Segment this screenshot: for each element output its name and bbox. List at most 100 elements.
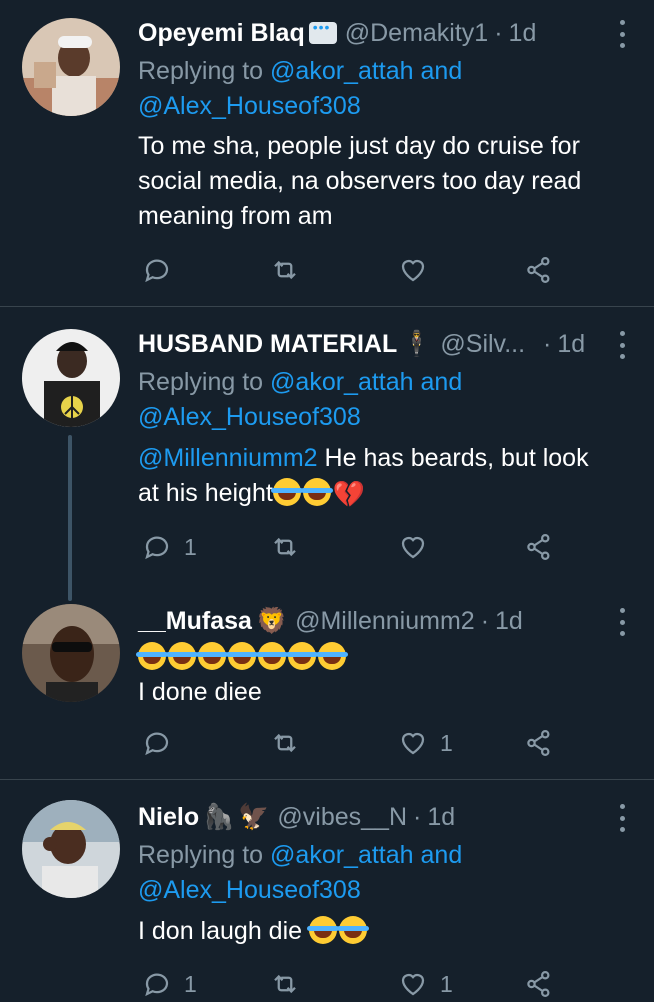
tweet-actions [138,253,558,287]
and-link[interactable]: and [421,57,463,85]
reply-icon [145,536,169,560]
man-in-suit-icon: 🕴 [401,329,433,358]
timestamp[interactable]: 1d [495,607,523,636]
replying-to: Replying to @akor_attah and @Alex_Houseo… [138,838,462,908]
laughing-emoji-row [136,640,626,675]
like-button[interactable] [398,253,428,287]
tweet-husband-material[interactable]: HUSBAND MATERIAL 🕴 @Silv... · 1d Replyin… [0,307,654,601]
retweet-button[interactable] [270,253,300,287]
tweet-text: @Millenniumm2 He has beards, but look at… [138,441,626,512]
heart-icon [401,536,425,559]
laughing-tears-emoji [136,642,168,670]
tweet-mufasa[interactable]: __Mufasa 🦁 @Millenniumm2 · 1d I done die… [0,590,654,778]
and-link[interactable]: and [421,368,463,396]
more-options-icon[interactable] [618,804,626,832]
laughing-tears-emoji [316,642,348,670]
replying-to-label: Replying to [138,841,264,869]
tweet-text-fragment: He has beards, but look [317,444,589,472]
share-button[interactable] [524,253,554,287]
reply-button[interactable] [142,726,172,760]
share-button[interactable] [524,967,554,1001]
laughing-tears-emoji [300,478,333,506]
timestamp[interactable]: 1d [509,19,537,48]
replying-to: Replying to @akor_attah and @Alex_Houseo… [138,54,462,124]
gorilla-icon: 🦍 [203,802,235,831]
heart-icon [401,973,425,996]
heart-icon [401,732,425,755]
laughing-tears-emoji [306,916,339,944]
author-name[interactable]: HUSBAND MATERIAL [138,330,397,359]
avatar-opeyemi[interactable] [22,18,120,116]
mention-link[interactable]: @Alex_Houseof308 [138,403,361,431]
broken-heart-emoji: 💔 [332,479,366,509]
reply-button[interactable]: 1 [142,530,197,564]
reply-button[interactable] [142,253,172,287]
laughing-tears-emoji [270,478,303,506]
tweet-text: I done diee [136,640,626,710]
author-name[interactable]: __Mufasa [138,607,252,636]
like-count: 1 [440,729,453,756]
share-icon [527,730,550,756]
replying-to-label: Replying to [138,368,264,396]
avatar-husband-material[interactable] [22,329,120,427]
mention-link[interactable]: @Millenniumm2 [138,444,318,472]
share-button[interactable] [524,726,554,760]
separator-dot: · [543,329,552,358]
eagle-icon: 🦅 [238,802,270,831]
reply-button[interactable]: 1 [142,967,197,1001]
mention-link[interactable]: @Alex_Houseof308 [138,92,361,120]
reply-icon [145,732,169,756]
avatar-mufasa[interactable] [22,604,120,702]
share-icon [527,534,550,560]
reply-icon [145,973,169,997]
mention-link[interactable]: @akor_attah [270,368,414,396]
retweet-button[interactable] [270,967,300,1001]
author-handle[interactable]: @Silv... [440,330,525,359]
reply-count: 1 [184,533,197,560]
thread-line [68,435,72,601]
tweet-text-line: @Millenniumm2 He has beards, but look [138,441,626,476]
separator-dot: · [494,18,503,47]
tweet-text-line: I don laugh die [138,914,626,949]
mention-link[interactable]: @Alex_Houseof308 [138,876,361,904]
tweet-header: HUSBAND MATERIAL 🕴 @Silv... · 1d [138,327,604,361]
author-name[interactable]: Opeyemi Blaq [138,19,305,48]
retweet-icon [274,733,296,753]
author-handle[interactable]: @vibes__N [277,803,407,832]
share-button[interactable] [524,530,554,564]
laughing-tears-emoji [336,916,369,944]
tweet-text: I don laugh die [138,914,626,949]
avatar-nielo[interactable] [22,800,120,898]
author-handle[interactable]: @Millenniumm2 [295,607,475,636]
separator-dot: · [480,606,490,635]
tweet-header: Opeyemi Blaq @Demakity1 · 1d [138,16,604,50]
and-link[interactable]: and [421,841,463,869]
more-options-icon[interactable] [618,20,626,48]
timestamp[interactable]: 1d [557,330,585,359]
tweet-actions: 1 [138,530,558,564]
tweet-header: Nielo 🦍 🦅 @vibes__N · 1d [138,800,604,834]
laughing-tears-emoji [196,642,228,670]
more-options-icon[interactable] [618,331,626,359]
mention-link[interactable]: @akor_attah [270,57,414,85]
tweet-text-line: meaning from am [138,202,333,230]
tweet-text-fragment: I don laugh die [138,917,303,945]
author-name[interactable]: Nielo [138,803,199,832]
mention-link[interactable]: @akor_attah [270,841,414,869]
tweet-text-line: To me sha, people just day do cruise for [138,132,580,160]
retweet-button[interactable] [270,530,300,564]
more-options-icon[interactable] [618,608,626,636]
retweet-button[interactable] [270,726,300,760]
like-count: 1 [440,970,453,997]
speech-bubble-icon [308,19,337,44]
tweet-opeyemi[interactable]: Opeyemi Blaq @Demakity1 · 1d Replying to… [0,0,654,306]
tweet-nielo[interactable]: Nielo 🦍 🦅 @vibes__N · 1d Replying to @ak… [0,780,654,1002]
tweet-text-line: social media, na observers too day read [138,167,582,195]
author-handle[interactable]: @Demakity1 [345,19,488,48]
like-button[interactable] [398,530,428,564]
retweet-icon [274,974,296,994]
like-button[interactable]: 1 [398,726,453,760]
timestamp[interactable]: 1d [427,803,455,832]
laughing-tears-emoji [286,642,318,670]
like-button[interactable]: 1 [398,967,453,1001]
